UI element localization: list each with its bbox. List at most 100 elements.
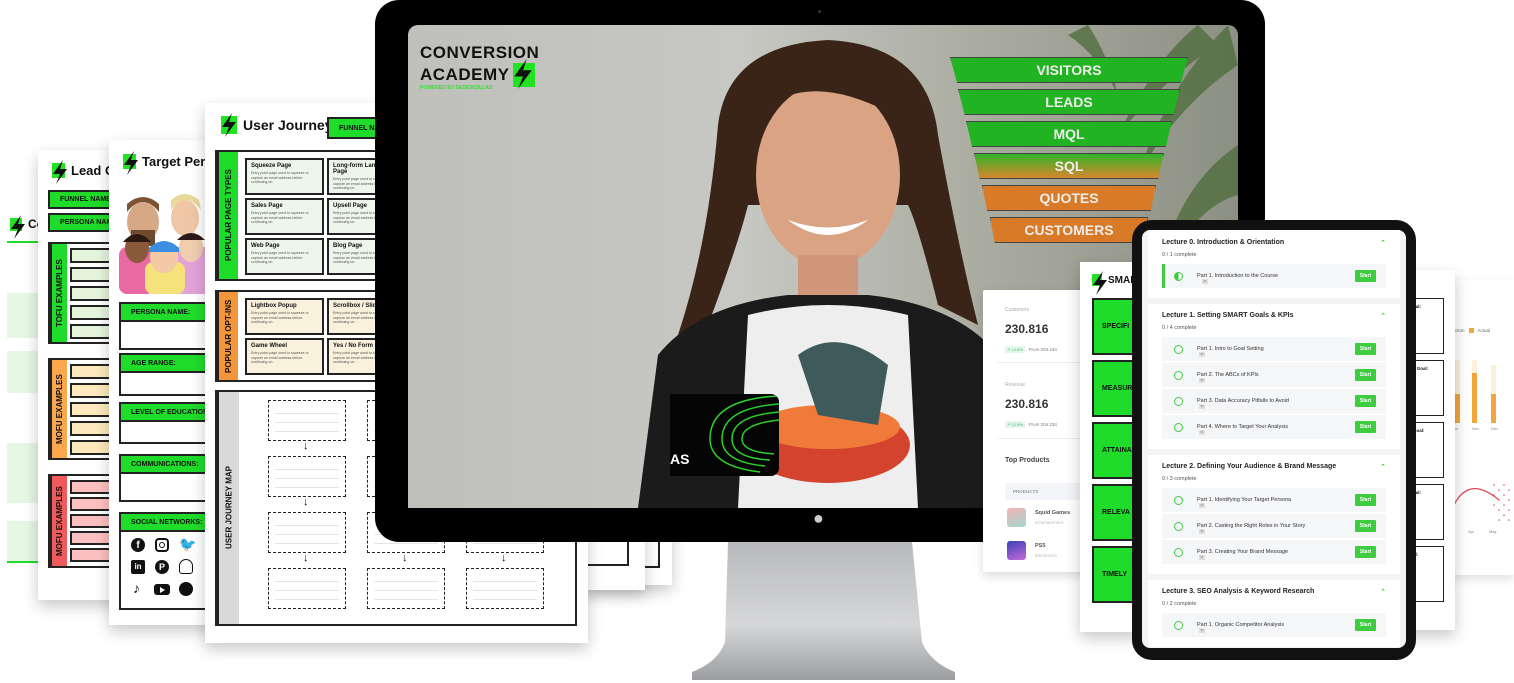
- education-label: LEVEL OF EDUCATION:: [119, 402, 219, 422]
- lecture-title[interactable]: Lecture 2. Defining Your Audience & Bran…: [1162, 463, 1336, 471]
- analytics-dashboard: Customers 230.816 ↗ 12.5% From 204.234 R…: [983, 290, 1095, 572]
- chart-legend: ction Actual: [1455, 328, 1490, 333]
- page-type-desc: Entry point page used to squeeze or capt…: [251, 251, 309, 265]
- persona-sheet-title: Target Per: [142, 154, 206, 169]
- apple-logo-icon: ●: [813, 508, 824, 528]
- revenue-change-badge: ↗ 12.5%: [1005, 421, 1025, 428]
- chevron-up-icon[interactable]: ⌃: [1380, 588, 1386, 596]
- lesson-type-tag: IF: [1199, 378, 1205, 383]
- page-type-desc: Entry point page used to squeeze or capt…: [251, 211, 309, 225]
- start-button[interactable]: Start: [1355, 421, 1376, 433]
- tiktok-icon: ♪: [133, 580, 140, 596]
- age-range-field[interactable]: [119, 371, 219, 396]
- product-category: Electronics: [1035, 553, 1058, 558]
- product-category: Entertainment: [1035, 520, 1064, 525]
- start-button[interactable]: Start: [1355, 270, 1376, 282]
- chevron-up-icon[interactable]: ⌃: [1380, 239, 1386, 247]
- lecture-section: Lecture 3. SEO Analysis & Keyword Resear…: [1148, 580, 1400, 647]
- funnel-stage: MQL: [966, 121, 1172, 147]
- lesson-row[interactable]: Part 2. Casting the Right Roles in Your …: [1162, 514, 1386, 538]
- product-name[interactable]: Squid Games: [1035, 510, 1070, 516]
- lesson-row[interactable]: Part 1. Introduction to the Course IF Star…: [1162, 264, 1386, 288]
- overlay-text: AS: [670, 451, 690, 467]
- start-button[interactable]: Start: [1355, 343, 1376, 355]
- lecture-title[interactable]: Lecture 3. SEO Analysis & Keyword Resear…: [1162, 588, 1314, 596]
- opt-in-desc: Entry point page used to squeeze or capt…: [251, 351, 309, 365]
- lesson-type-tag: IF: [1199, 628, 1205, 633]
- brand-logo: CONVERSION ACADEMY POWERED BY DESIGNZILL…: [420, 43, 539, 91]
- journey-step-box[interactable]: [268, 512, 346, 553]
- communications-field[interactable]: [119, 472, 219, 502]
- start-button[interactable]: Start: [1355, 395, 1376, 407]
- facebook-icon: f: [131, 538, 145, 552]
- customers-change-badge: ↗ 12.5%: [1005, 346, 1025, 353]
- journey-step-box[interactable]: [268, 568, 346, 609]
- lesson-row[interactable]: Part 2. The ABCs of KPIs IF Start: [1162, 363, 1386, 387]
- month-label: Apr: [1468, 529, 1475, 534]
- page-type-name: Web Page: [251, 243, 280, 249]
- down-arrow-icon: ↓: [303, 496, 309, 508]
- lesson-type-tag: IF: [1199, 404, 1205, 409]
- start-button[interactable]: Start: [1355, 520, 1376, 532]
- bolt-icon: [123, 151, 138, 175]
- start-button[interactable]: Start: [1355, 369, 1376, 381]
- persona-avatars-illustration: [119, 194, 212, 294]
- lecture-section: Lecture 0. Introduction & Orientation ⌃ 0 …: [1148, 230, 1400, 298]
- product-name[interactable]: PS5: [1035, 543, 1045, 549]
- journey-step-box[interactable]: [466, 568, 544, 609]
- lesson-title: Part 1. Introduction to the Course: [1197, 273, 1279, 279]
- brand-line2: ACADEMY: [420, 65, 510, 84]
- customers-from: From 204.234: [1028, 347, 1057, 352]
- funnel-stage: CUSTOMERS: [990, 217, 1148, 243]
- lesson-row[interactable]: Part 3. Data Accuracy Pitfalls to Avoid I…: [1162, 389, 1386, 413]
- lecture-section: Lecture 1. Setting SMART Goals & KPIs ⌃ 0 …: [1148, 304, 1400, 449]
- start-button[interactable]: Start: [1355, 494, 1376, 506]
- journey-step-box[interactable]: [268, 456, 346, 497]
- opt-ins-label: POPULAR OPT-INS: [217, 292, 238, 380]
- opt-in-desc: Entry point page used to squeeze or capt…: [251, 311, 309, 325]
- legend-projection: ction: [1455, 328, 1465, 333]
- incomplete-circle-icon: [1174, 396, 1183, 406]
- product-thumb-ps5: [1007, 541, 1026, 560]
- social-networks-box: f 🐦 in P ♪: [119, 530, 219, 610]
- lecture-title[interactable]: Lecture 0. Introduction & Orientation: [1162, 239, 1284, 247]
- twitter-icon: 🐦: [179, 536, 197, 552]
- down-arrow-icon: ↓: [303, 440, 309, 452]
- start-button[interactable]: Start: [1355, 619, 1376, 631]
- start-button[interactable]: Start: [1355, 546, 1376, 558]
- bolt-icon: [1092, 271, 1107, 295]
- monitor-stand: [692, 542, 955, 680]
- lesson-title: Part 1. Identifying Your Target Persona: [1197, 497, 1292, 503]
- journey-step-box[interactable]: [268, 400, 346, 441]
- lesson-type-tag: IF: [1199, 503, 1205, 508]
- lecture-progress: 0 / 3 complete: [1162, 476, 1197, 482]
- month-label: Dec: [1491, 426, 1499, 431]
- education-field[interactable]: [119, 420, 219, 444]
- opt-in-name: Game Wheel: [251, 343, 288, 349]
- journey-step-box[interactable]: [367, 568, 445, 609]
- bofu-label: MOFU EXAMPLES: [50, 476, 67, 566]
- incomplete-circle-icon: [1174, 620, 1183, 630]
- lesson-title: Part 3. Data Accuracy Pitfalls to Avoid: [1197, 398, 1289, 404]
- persona-name-field[interactable]: [119, 320, 219, 350]
- persona-name-field-label: PERSONA NAME:: [119, 302, 219, 322]
- lesson-row[interactable]: Part 1. Organic Competitor Analysis IF Sta…: [1162, 613, 1386, 637]
- product-thumb-squid-games: [1007, 508, 1026, 527]
- down-arrow-icon: ↓: [402, 552, 408, 564]
- incomplete-circle-icon: [1174, 422, 1183, 432]
- top-products-title: Top Products: [1005, 457, 1050, 464]
- page-type-card: Sales Page Entry point page used to squee…: [245, 198, 324, 235]
- lesson-title: Part 1. Organic Competitor Analysis: [1197, 622, 1285, 628]
- lesson-row[interactable]: Part 1. Intro to Goal Setting IF Start: [1162, 337, 1386, 361]
- lecture-title[interactable]: Lecture 1. Setting SMART Goals & KPIs: [1162, 312, 1293, 320]
- lesson-title: Part 4. Where to Target Your Analysis: [1197, 424, 1289, 430]
- lesson-row[interactable]: Part 1. Identifying Your Target Persona I…: [1162, 488, 1386, 512]
- chevron-up-icon[interactable]: ⌃: [1380, 463, 1386, 471]
- chevron-up-icon[interactable]: ⌃: [1380, 312, 1386, 320]
- lecture-progress: 0 / 1 complete: [1162, 252, 1197, 258]
- smart-goals-sheet: SMAR SPECIFI MEASURA ATTAINA RELEVA TIMELY: [1080, 262, 1140, 632]
- incomplete-circle-icon: [1174, 370, 1183, 380]
- lesson-row[interactable]: Part 3. Creating Your Brand Message IF Sta…: [1162, 540, 1386, 564]
- bar-nov: [1472, 373, 1477, 423]
- lesson-row[interactable]: Part 4. Where to Target Your Analysis IF S…: [1162, 415, 1386, 439]
